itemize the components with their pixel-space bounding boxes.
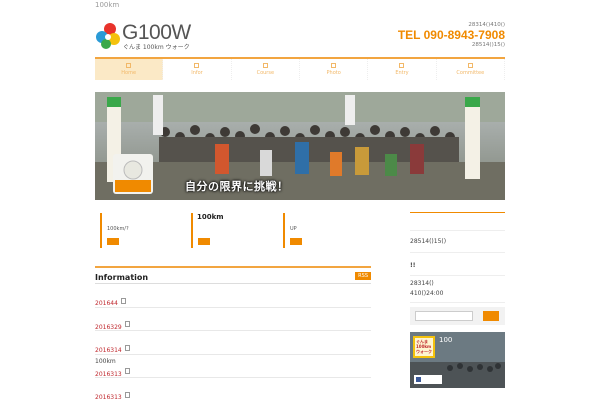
logo-subtitle: ぐんま 100km ウォーク — [123, 44, 190, 51]
news-date[interactable]: 2016329 — [95, 324, 122, 331]
document-icon — [124, 391, 130, 398]
course-icon — [262, 63, 268, 68]
contact-phone[interactable]: TEL 090-8943-7908 — [398, 28, 505, 42]
contact-date-range: 28514()15() — [471, 42, 505, 48]
news-date[interactable]: 2016314 — [95, 347, 122, 354]
deadline-date: 28314() — [410, 280, 434, 287]
feature-more-button[interactable] — [290, 238, 302, 245]
logo-title: G100W — [122, 21, 191, 44]
document-icon — [120, 297, 126, 304]
committee-icon — [467, 63, 473, 68]
nav-item-photo[interactable]: Photo — [300, 59, 369, 80]
hero-caption: 自分の限界に挑戦！ — [185, 180, 289, 193]
nav-label: Committee — [456, 70, 485, 76]
top-tagline: 100km — [95, 1, 120, 9]
contact-block: 28314()410() TEL 090-8943-7908 28514()15… — [398, 22, 505, 49]
list-item[interactable]: 2016329 — [95, 308, 371, 331]
nav-label: Home — [121, 70, 137, 76]
nav-label: Course — [256, 70, 275, 76]
sidebar-divider — [410, 230, 505, 231]
notice-mark: !! — [410, 262, 416, 269]
feature-more-button[interactable] — [107, 238, 119, 245]
feature-title: 100km — [197, 213, 224, 221]
news-date[interactable]: 201644 — [95, 300, 118, 307]
news-list: 201644 2016329 2016314 100km 2016313 201… — [95, 284, 371, 400]
entry-icon — [399, 63, 405, 68]
photo-icon — [331, 63, 337, 68]
nav-label: Entry — [395, 70, 409, 76]
feature-box-3: UP — [283, 213, 368, 248]
list-item[interactable]: 201644 — [95, 284, 371, 308]
sidebar-notice: !! — [410, 262, 505, 269]
info-icon — [194, 63, 200, 68]
document-icon — [124, 344, 130, 351]
sidebar-divider — [410, 275, 505, 276]
banner-logo-text: ぐんま100kmウォーク — [416, 339, 432, 354]
nav-label: Infor — [191, 70, 203, 76]
nav-label: Photo — [326, 70, 341, 76]
nav-item-info[interactable]: Infor — [163, 59, 232, 80]
home-icon — [126, 63, 132, 68]
document-icon — [124, 321, 130, 327]
feature-text: UP — [290, 226, 297, 232]
sidebar-divider — [410, 252, 505, 253]
feature-box-1: 100km/? — [100, 213, 185, 248]
event-date: 28514()15() — [410, 238, 505, 245]
sidebar-divider — [410, 302, 505, 303]
deadline-time: 410()24:00 — [410, 290, 444, 297]
entry-deadline: 28314() 410()24:00 — [410, 280, 505, 297]
nav-item-home[interactable]: Home — [95, 59, 164, 80]
feature-box-2: 100km — [191, 213, 276, 248]
search-button[interactable] — [483, 311, 499, 321]
sidebar-divider — [410, 212, 505, 213]
sidebar-banner[interactable]: ぐんま100kmウォーク 100 — [410, 332, 505, 388]
search-box — [410, 307, 505, 325]
nav-item-course[interactable]: Course — [232, 59, 300, 80]
information-header: Information RSS — [95, 266, 371, 284]
information-title: Information — [95, 273, 149, 282]
main-nav: Home Infor Course Photo Entry Committee — [95, 57, 505, 80]
site-logo[interactable]: G100W ぐんま 100km ウォーク — [95, 21, 215, 51]
group-photo-illustration — [95, 92, 505, 200]
nav-item-committee[interactable]: Committee — [437, 59, 505, 80]
list-item[interactable]: 2016313 100km — [95, 378, 371, 400]
nav-item-entry[interactable]: Entry — [368, 59, 437, 80]
banner-title: 100 — [439, 336, 453, 344]
hero-photo: 自分の限界に挑戦！ — [95, 92, 505, 200]
feature-more-button[interactable] — [198, 238, 210, 245]
event-date-text: 28514()15() — [410, 238, 447, 245]
document-icon — [124, 368, 130, 374]
list-item[interactable]: 2016314 100km — [95, 331, 371, 365]
rss-button[interactable]: RSS — [355, 272, 371, 280]
logo-mark-icon — [96, 23, 120, 49]
news-date[interactable]: 2016313 — [95, 394, 122, 400]
news-date[interactable]: 2016313 — [95, 371, 122, 378]
list-item[interactable]: 2016313 — [95, 355, 371, 378]
search-input[interactable] — [415, 311, 473, 321]
feature-text: 100km/? — [107, 226, 129, 232]
